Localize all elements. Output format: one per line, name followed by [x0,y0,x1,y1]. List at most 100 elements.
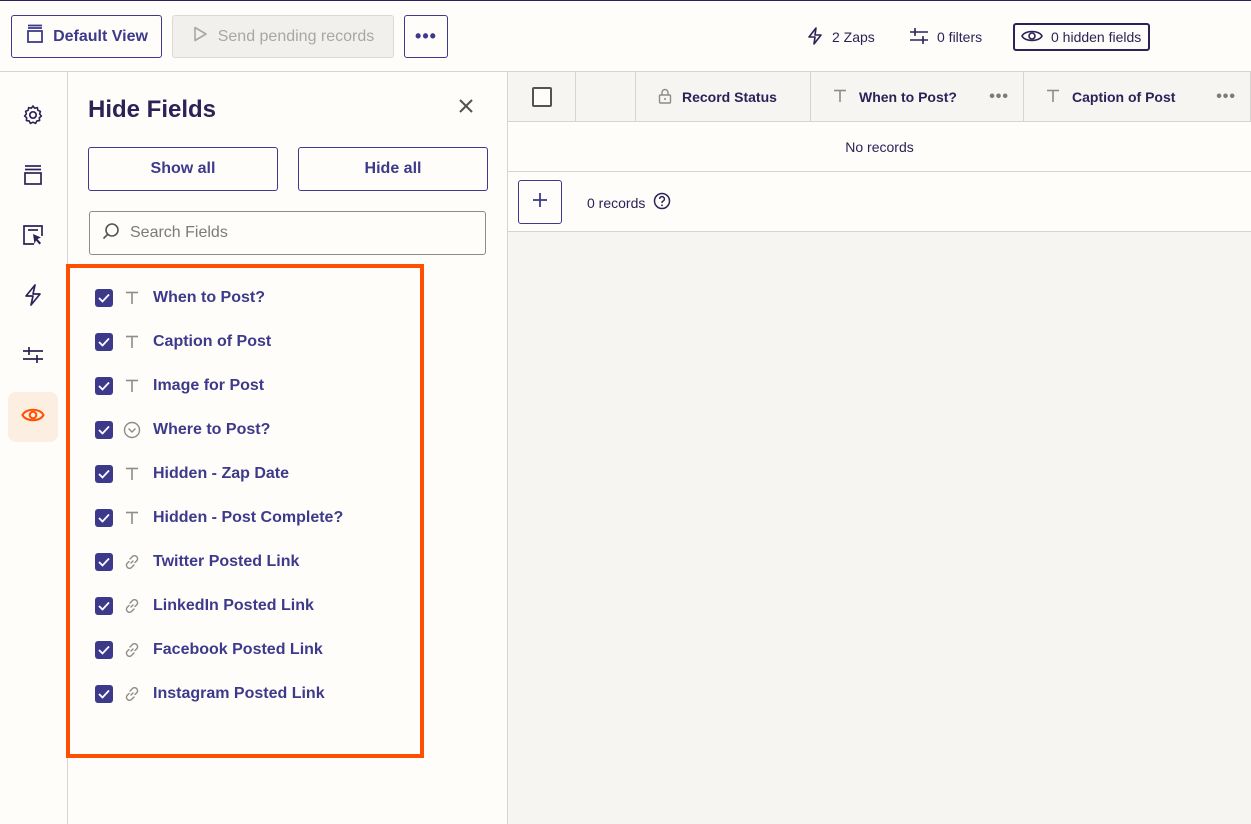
text-type-icon [123,333,141,351]
add-record-button[interactable] [518,180,562,224]
views-icon [22,164,44,191]
filters-button[interactable]: 0 filters [909,23,982,51]
lock-icon [658,88,672,107]
field-name: Twitter Posted Link [153,553,300,570]
column-label: Caption of Post [1072,89,1176,105]
search-fields-box [89,211,486,255]
field-name: Hidden - Post Complete? [153,509,344,526]
link-type-icon [123,597,141,615]
default-view-button[interactable]: Default View [11,15,162,58]
field-item-caption-of-post[interactable]: Caption of Post [95,320,415,364]
column-header-caption-of-post[interactable]: Caption of Post ••• [1024,72,1251,122]
filters-icon [22,344,44,371]
nav-views[interactable] [8,152,58,202]
text-type-icon [1046,89,1060,106]
text-type-icon [123,289,141,307]
field-checkbox[interactable] [95,553,113,571]
nav-settings[interactable] [8,92,58,142]
zaps-label: 2 Zaps [832,29,875,45]
field-item-when-to-post[interactable]: When to Post? [95,276,415,320]
grid-footer: 0 records [508,172,1251,232]
text-type-icon [833,89,847,106]
link-type-icon [123,553,141,571]
send-pending-records-button[interactable]: Send pending records [172,15,394,58]
views-icon [25,24,45,49]
nav-filters[interactable] [8,332,58,382]
search-icon [102,222,120,245]
nav-zaps[interactable] [8,272,58,322]
field-item-where-to-post[interactable]: Where to Post? [95,408,415,452]
column-header-when-to-post[interactable]: When to Post? ••• [811,72,1024,122]
search-fields-input[interactable] [130,224,470,242]
plus-icon [531,191,549,214]
close-icon [458,98,474,119]
field-name: Hidden - Zap Date [153,465,290,482]
field-name: Facebook Posted Link [153,641,323,658]
zap-icon [22,283,44,311]
empty-state: No records [508,122,1251,172]
field-checkbox[interactable] [95,333,113,351]
text-type-icon [123,465,141,483]
more-dots-icon: ••• [415,26,437,46]
field-checkbox[interactable] [95,597,113,615]
default-view-label: Default View [53,27,148,45]
play-icon [192,26,208,47]
field-checkbox[interactable] [95,289,113,307]
field-item-image-for-post[interactable]: Image for Post [95,364,415,408]
column-label: Record Status [682,89,777,105]
field-name: LinkedIn Posted Link [153,597,314,614]
field-checkbox[interactable] [95,685,113,703]
column-header-record-status[interactable]: Record Status [636,72,811,122]
interface-icon [22,224,44,251]
field-list: When to Post? Caption of Post Image for … [95,276,415,716]
records-grid: Record Status When to Post? ••• Caption … [508,72,1251,824]
field-item-hidden-post-complete[interactable]: Hidden - Post Complete? [95,496,415,540]
dropdown-type-icon [123,421,141,439]
field-item-twitter-posted-link[interactable]: Twitter Posted Link [95,540,415,584]
more-options-button[interactable]: ••• [404,15,448,58]
nav-interfaces[interactable] [8,212,58,262]
record-count: 0 records [587,192,671,213]
field-name: When to Post? [153,289,265,306]
hidden-fields-label: 0 hidden fields [1051,29,1142,45]
field-item-facebook-posted-link[interactable]: Facebook Posted Link [95,628,415,672]
field-name: Instagram Posted Link [153,685,325,702]
field-item-linkedin-posted-link[interactable]: LinkedIn Posted Link [95,584,415,628]
filters-label: 0 filters [937,29,983,45]
field-checkbox[interactable] [95,641,113,659]
gear-icon [22,104,44,131]
select-all-cell [508,72,576,122]
nav-hide-fields[interactable] [8,392,58,442]
zaps-button[interactable]: 2 Zaps [806,23,875,51]
left-nav [0,72,68,824]
record-count-label: 0 records [587,194,646,211]
text-type-icon [123,509,141,527]
link-type-icon [123,641,141,659]
toolbar: Default View Send pending records ••• 2 … [0,0,1251,72]
field-name: Image for Post [153,377,265,394]
grid-header: Record Status When to Post? ••• Caption … [508,72,1251,122]
help-icon[interactable] [653,192,671,213]
select-all-checkbox[interactable] [531,87,552,107]
link-type-icon [123,685,141,703]
filters-icon [909,27,929,48]
eye-icon [1021,28,1043,47]
send-pending-label: Send pending records [217,27,375,45]
hidden-fields-button[interactable]: 0 hidden fields [1013,23,1150,51]
field-checkbox[interactable] [95,377,113,395]
row-number-header [576,72,636,122]
field-checkbox[interactable] [95,465,113,483]
show-all-button[interactable]: Show all [88,147,278,191]
field-checkbox[interactable] [95,421,113,439]
column-more-icon[interactable]: ••• [1216,88,1236,106]
close-panel-button[interactable] [454,96,478,120]
field-item-instagram-posted-link[interactable]: Instagram Posted Link [95,672,415,716]
column-more-icon[interactable]: ••• [989,88,1009,106]
field-item-hidden-zap-date[interactable]: Hidden - Zap Date [95,452,415,496]
field-name: Where to Post? [153,421,271,438]
panel-title: Hide Fields [88,96,217,123]
hide-all-button[interactable]: Hide all [298,147,488,191]
field-checkbox[interactable] [95,509,113,527]
hide-fields-panel: Hide Fields Show all Hide all When to Po… [66,72,508,824]
column-label: When to Post? [859,89,957,105]
